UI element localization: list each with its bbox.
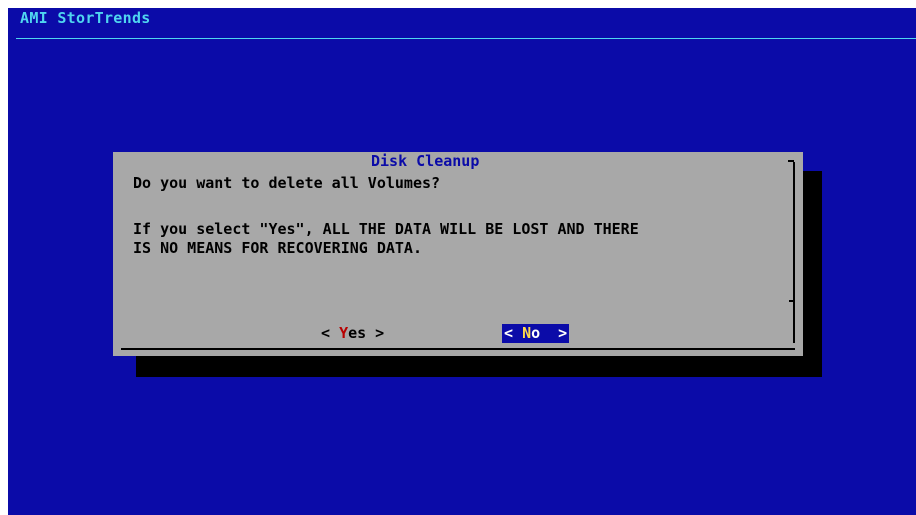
dialog-warning-line1: If you select "Yes", ALL THE DATA WILL B… xyxy=(133,220,639,238)
yes-button-hotkey: Y xyxy=(339,324,349,342)
yes-button[interactable]: < Yes > xyxy=(321,324,384,343)
yes-button-close: > xyxy=(366,324,385,342)
yes-button-open: < xyxy=(321,324,340,342)
backtitle-divider xyxy=(16,38,916,39)
dialog-title: Disk Cleanup xyxy=(371,152,480,170)
dialog-border-bottom xyxy=(121,348,795,350)
backtitle: AMI StorTrends xyxy=(20,9,151,27)
no-button-label: o xyxy=(531,324,541,342)
no-button[interactable]: < No > xyxy=(502,324,570,343)
dialog-question: Do you want to delete all Volumes? xyxy=(133,174,441,192)
dialog-border-right xyxy=(793,162,795,343)
no-button-open: < xyxy=(504,324,523,342)
dialog-button-separator xyxy=(789,300,795,302)
no-button-close: > xyxy=(540,324,568,342)
yes-button-label: es xyxy=(348,324,367,342)
no-button-hotkey: N xyxy=(522,324,532,342)
dialog-warning-line2: IS NO MEANS FOR RECOVERING DATA. xyxy=(133,239,422,257)
disk-cleanup-dialog: Disk Cleanup Do you want to delete all V… xyxy=(113,152,803,356)
terminal-screen: AMI StorTrends Disk Cleanup Do you want … xyxy=(8,8,916,515)
